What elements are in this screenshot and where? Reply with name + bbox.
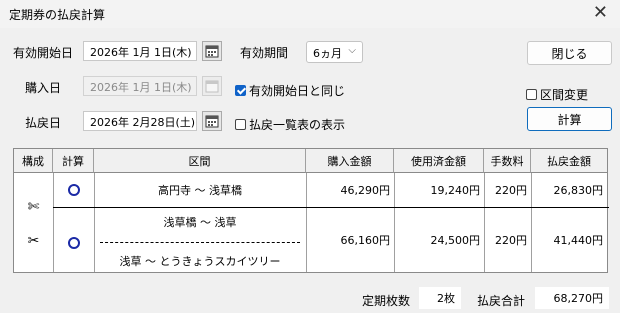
section-cell: 浅草 ～ とうきょうスカイツリー — [119, 255, 281, 268]
period-select[interactable]: 6ヵ月 ⌵ — [306, 41, 363, 63]
used-cell: 24,500円 — [430, 233, 481, 247]
refund-total-label: 払戻合計 — [477, 294, 526, 308]
column-divider — [53, 173, 54, 272]
purchase-date-field: 2026年 1月 1日(木) — [83, 76, 197, 96]
header-refund: 払戻金額 — [531, 149, 607, 173]
header-calc: 計算 — [53, 149, 94, 173]
purchase-cell: 66,160円 — [340, 233, 391, 247]
checkbox-icon — [526, 89, 537, 100]
header-composition: 構成 — [14, 149, 53, 173]
segment-divider — [100, 242, 300, 243]
header-used: 使用済金額 — [394, 149, 484, 173]
scissors-icon[interactable]: ✂ — [14, 233, 53, 249]
start-date-label: 有効開始日 — [13, 46, 74, 60]
calendar-icon[interactable] — [202, 41, 222, 61]
close-icon[interactable]: ✕ — [593, 2, 608, 23]
purchase-date-label: 購入日 — [25, 81, 62, 95]
checkbox-checked-icon — [235, 85, 246, 96]
header-purchase: 購入金額 — [306, 149, 394, 173]
refund-cell: 26,830円 — [553, 184, 604, 197]
section-cell: 高円寺 ～ 浅草橋 — [158, 184, 242, 197]
calendar-icon[interactable] — [202, 111, 222, 131]
calculate-button[interactable]: 計算 — [527, 107, 612, 131]
title-bar: 定期券の払戻計算 ✕ — [0, 0, 620, 28]
show-list-label: 払戻一覧表の表示 — [249, 118, 346, 132]
fee-cell: 220円 — [495, 184, 527, 197]
refund-date-label: 払戻日 — [25, 116, 62, 130]
scissors-icon[interactable]: ✄ — [14, 199, 53, 215]
refund-date-field[interactable]: 2026年 2月28日(土) — [83, 111, 197, 131]
used-cell: 19,240円 — [430, 184, 481, 197]
section-cell: 浅草橋 ～ 浅草 — [163, 216, 237, 229]
calc-mark-icon[interactable] — [68, 237, 80, 249]
show-list-checkbox[interactable]: 払戻一覧表の表示 — [235, 116, 345, 133]
period-value: 6ヵ月 — [313, 47, 342, 60]
refund-total-value: 68,270円 — [535, 287, 609, 309]
purchase-cell: 46,290円 — [340, 184, 391, 197]
calc-mark-icon[interactable] — [68, 184, 80, 196]
refund-cell: 41,440円 — [553, 233, 604, 247]
route-change-label: 区間変更 — [540, 88, 589, 102]
start-date-field[interactable]: 2026年 1月 1日(木) — [83, 41, 197, 61]
period-label: 有効期間 — [240, 46, 289, 60]
route-change-checkbox[interactable]: 区間変更 — [526, 86, 588, 103]
ticket-count-label: 定期枚数 — [362, 294, 411, 308]
checkbox-icon — [235, 119, 246, 130]
window-title: 定期券の払戻計算 — [9, 8, 106, 22]
same-as-start-checkbox[interactable]: 有効開始日と同じ — [235, 82, 345, 99]
same-as-start-label: 有効開始日と同じ — [249, 84, 346, 98]
ticket-count-value: 2枚 — [419, 287, 461, 309]
header-section: 区間 — [94, 149, 306, 173]
fee-cell: 220円 — [495, 233, 527, 247]
refund-table: 構成 計算 区間 購入金額 使用済金額 手数料 払戻金額 ✄ ✂ 高円寺 ～ 浅… — [13, 148, 609, 273]
close-button[interactable]: 閉じる — [527, 41, 612, 65]
header-fee: 手数料 — [484, 149, 531, 173]
chevron-down-icon: ⌵ — [348, 45, 356, 56]
calendar-icon — [202, 76, 222, 96]
